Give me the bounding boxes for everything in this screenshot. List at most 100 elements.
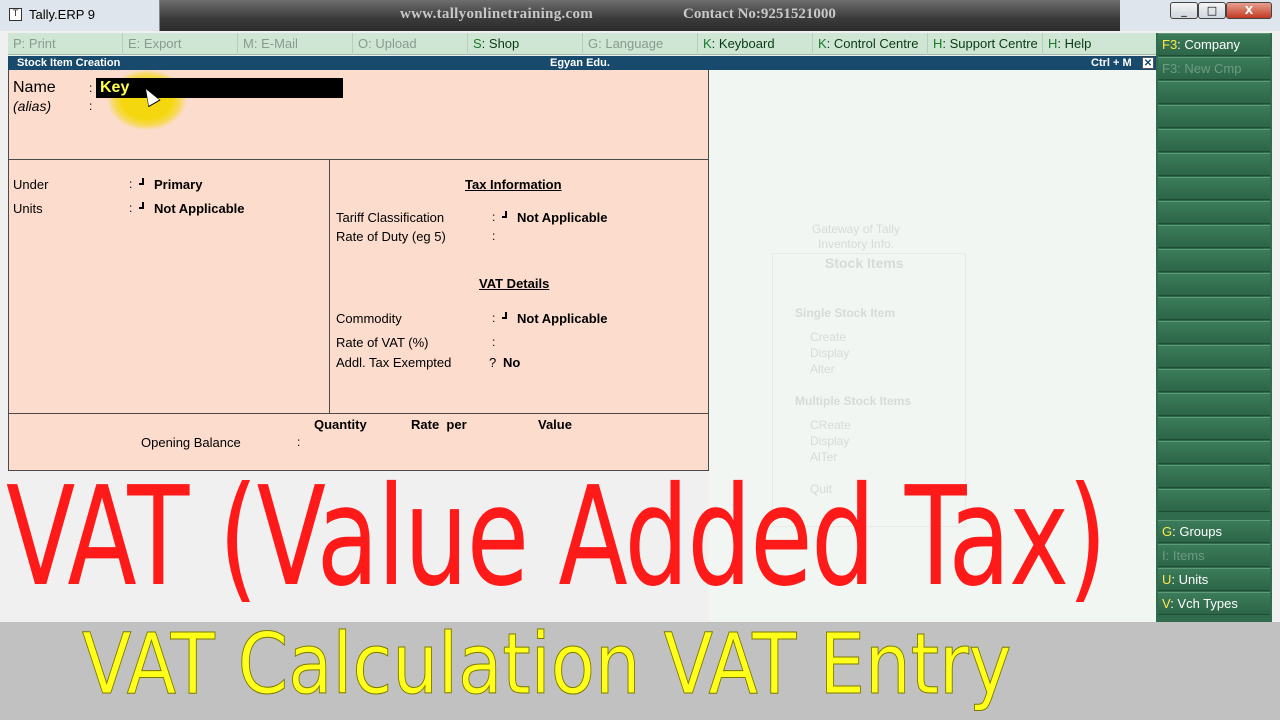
ghost-alter: Alter (810, 362, 835, 376)
ghost-multiple: Multiple Stock Items (795, 394, 912, 408)
opening-balance-label: Opening Balance (141, 435, 241, 450)
colon: : (492, 210, 496, 224)
addl-tax-exempted-value[interactable]: No (503, 355, 520, 370)
rate-of-duty-label: Rate of Duty (eg 5) (336, 229, 446, 244)
commodity-label: Commodity (336, 311, 402, 326)
ghost-create: Create (810, 330, 847, 344)
alias-label: (alias) (13, 98, 52, 114)
list-marker-icon (502, 312, 507, 319)
list-marker-icon (139, 178, 144, 185)
panel-blank-slot (1158, 273, 1270, 296)
menu-upload[interactable]: O: Upload (353, 33, 468, 55)
menu-language[interactable]: G: Language (583, 33, 698, 55)
tariff-label: Tariff Classification (336, 210, 445, 225)
minimize-button[interactable]: _ (1170, 2, 1198, 19)
menu-control-centre[interactable]: K: Control Centre (813, 33, 928, 55)
button-vch-types[interactable]: V: Vch Types (1158, 592, 1270, 615)
close-button[interactable]: X (1226, 2, 1272, 19)
screen-shortcut: Ctrl + M (1091, 57, 1132, 69)
panel-blank-slot (1158, 249, 1270, 272)
button-items[interactable]: I: Items (1158, 544, 1270, 567)
panel-blank-slot (1158, 129, 1270, 152)
menu-help[interactable]: H: Help (1043, 33, 1156, 55)
addl-tax-exempted-label: Addl. Tax Exempted (336, 355, 452, 370)
rate-of-vat-label: Rate of VAT (%) (336, 335, 429, 350)
commodity-value[interactable]: Not Applicable (517, 311, 608, 326)
panel-blank-slot (1158, 225, 1270, 248)
ghost-single: Single Stock Item (795, 306, 896, 320)
tax-information-heading: Tax Information (465, 177, 562, 192)
panel-blank-slot (1158, 153, 1270, 176)
screen-header: Stock Item Creation Egyan Edu. Ctrl + M … (8, 56, 1156, 70)
colon: : (129, 201, 133, 215)
tally-window: { "window": { "title": "Tally.ERP 9", "a… (0, 0, 1280, 720)
screen-close-icon[interactable]: ✕ (1142, 57, 1154, 69)
panel-blank-slot (1158, 297, 1270, 320)
panel-blank-slot (1158, 441, 1270, 464)
contact-number: Contact No:9251521000 (683, 6, 836, 22)
panel-blank-slot (1158, 393, 1270, 416)
colon: : (297, 435, 301, 449)
screen-title: Stock Item Creation (17, 57, 121, 69)
menu-support-centre[interactable]: H: Support Centre (928, 33, 1043, 55)
colon: : (492, 311, 496, 325)
menu-shop[interactable]: S: Shop (468, 33, 583, 55)
maximize-button[interactable]: □ (1198, 2, 1226, 19)
title-bar-left: T Tally.ERP 9 (0, 0, 160, 31)
ghost-inventory: Inventory Info. (818, 237, 895, 251)
panel-blank-slot (1158, 105, 1270, 128)
units-value[interactable]: Not Applicable (154, 201, 245, 216)
title-bar: T Tally.ERP 9 www.tallyonlinetraining.co… (0, 0, 1280, 31)
right-button-panel: F3: Company F3: New Cmp G: Groups I: Ite… (1156, 33, 1272, 623)
value-column-header: Value (538, 417, 572, 432)
units-label: Units (13, 201, 43, 216)
ghost-display: Display (810, 346, 850, 360)
menu-email[interactable]: M: E-Mail (238, 33, 353, 55)
top-menu-bar: P: Print E: Export M: E-Mail O: Upload S… (8, 33, 1156, 55)
menu-export[interactable]: E: Export (123, 33, 238, 55)
colon: : (492, 229, 496, 243)
button-new-company[interactable]: F3: New Cmp (1158, 57, 1270, 80)
name-field[interactable]: Key (96, 78, 343, 98)
vat-details-heading: VAT Details (479, 276, 550, 291)
list-marker-icon (139, 202, 144, 209)
window-title: Tally.ERP 9 (29, 7, 95, 22)
stock-item-form (8, 70, 709, 471)
button-units[interactable]: U: Units (1158, 568, 1270, 591)
panel-blank-slot (1158, 489, 1270, 512)
rate-per-column-header: Rate per (411, 417, 467, 432)
ghost-create-2: CReate (810, 418, 851, 432)
menu-keyboard[interactable]: K: Keyboard (698, 33, 813, 55)
colon: : (89, 99, 93, 113)
under-value[interactable]: Primary (154, 177, 202, 192)
divider (329, 159, 330, 413)
tariff-value[interactable]: Not Applicable (517, 210, 608, 225)
colon: : (129, 177, 133, 191)
ghost-gateway: Gateway of Tally (812, 222, 900, 236)
panel-blank-slot (1158, 321, 1270, 344)
colon: : (492, 335, 496, 349)
under-label: Under (13, 177, 49, 192)
panel-blank-slot (1158, 81, 1270, 104)
divider (8, 413, 709, 414)
colon: : (89, 81, 93, 95)
panel-blank-slot (1158, 369, 1270, 392)
panel-blank-slot (1158, 201, 1270, 224)
name-label: Name (13, 79, 56, 96)
button-groups[interactable]: G: Groups (1158, 520, 1270, 543)
vat-subline-overlay: VAT Calculation VAT Entry (82, 615, 1012, 714)
list-marker-icon (502, 211, 507, 218)
panel-blank-slot (1158, 345, 1270, 368)
website-url: www.tallyonlinetraining.com (400, 6, 594, 22)
ghost-display-2: Display (810, 434, 850, 448)
ghost-title: Stock Items (825, 255, 904, 271)
panel-blank-slot (1158, 177, 1270, 200)
addl-tax-separator: ? (489, 355, 497, 370)
tally-app-icon[interactable]: T (9, 8, 22, 21)
menu-print[interactable]: P: Print (8, 33, 123, 55)
panel-blank-slot (1158, 417, 1270, 440)
company-name: Egyan Edu. (550, 57, 610, 69)
vat-headline-overlay: VAT (Value Added Tax) (6, 458, 1107, 617)
button-company[interactable]: F3: Company (1158, 33, 1270, 56)
panel-blank-slot (1158, 465, 1270, 488)
